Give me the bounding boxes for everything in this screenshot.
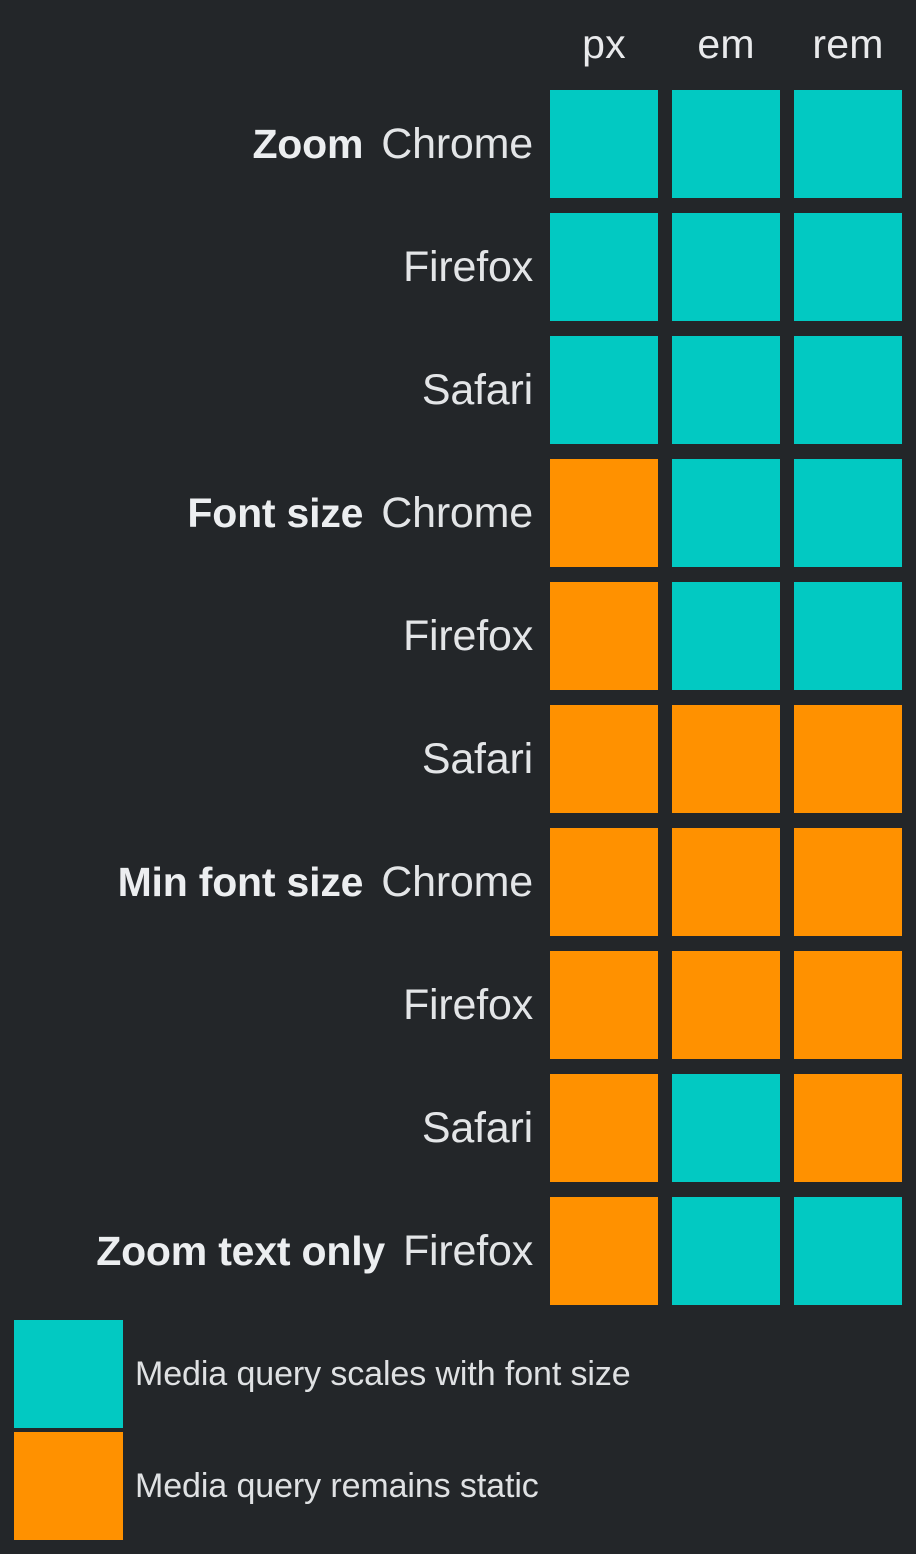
row-browser-label: Safari	[421, 734, 533, 783]
row-label-group: Zoom Chrome	[252, 90, 533, 198]
legend-label: Media query scales with font size	[135, 1355, 631, 1393]
row-label-group: Zoom text only Firefox	[96, 1197, 533, 1305]
row-browser-label: Chrome	[381, 488, 533, 537]
matrix-cell	[794, 705, 902, 813]
matrix-cell	[794, 213, 902, 321]
column-header-row: px em rem	[550, 0, 902, 88]
matrix-cell	[550, 213, 658, 321]
matrix-row: Min font size Chrome	[0, 828, 916, 936]
row-label-group: Min font size Chrome	[117, 828, 534, 936]
matrix-cell	[794, 951, 902, 1059]
row-label-group: Safari	[422, 336, 533, 444]
matrix-row-cells	[550, 336, 902, 444]
matrix-row: Font size Chrome	[0, 459, 916, 567]
matrix-row: Firefox	[0, 582, 916, 690]
matrix-row: Firefox	[0, 951, 916, 1059]
matrix-cell	[794, 459, 902, 567]
matrix-row: Zoom Chrome	[0, 90, 916, 198]
matrix-cell	[550, 90, 658, 198]
matrix-cell	[672, 828, 780, 936]
row-label-group: Firefox	[403, 213, 533, 321]
matrix-cell	[794, 336, 902, 444]
column-header: px	[582, 20, 626, 67]
row-group-label: Min font size	[117, 858, 364, 905]
row-group-label: Zoom	[252, 120, 364, 167]
matrix-row-cells	[550, 1197, 902, 1305]
matrix-row-cells	[550, 705, 902, 813]
matrix-cell	[550, 459, 658, 567]
legend-swatch	[14, 1432, 123, 1540]
matrix-cell	[672, 951, 780, 1059]
column-header: em	[697, 20, 755, 67]
matrix-row-cells	[550, 90, 902, 198]
row-browser-label: Safari	[421, 365, 533, 414]
matrix-cell	[672, 336, 780, 444]
matrix-cell	[550, 1074, 658, 1182]
row-browser-label: Firefox	[402, 611, 533, 660]
matrix-row: Firefox	[0, 213, 916, 321]
matrix-cell	[672, 459, 780, 567]
matrix-row-cells	[550, 828, 902, 936]
column-header: rem	[812, 20, 884, 67]
matrix-row: Safari	[0, 705, 916, 813]
row-browser-label: Safari	[421, 1103, 533, 1152]
row-label-group: Firefox	[403, 582, 533, 690]
row-label-group: Safari	[422, 705, 533, 813]
matrix-row-cells	[550, 1074, 902, 1182]
matrix-cell	[672, 1197, 780, 1305]
legend-item: Media query remains static	[0, 1430, 916, 1542]
matrix-row: Safari	[0, 336, 916, 444]
legend: Media query scales with font size Media q…	[0, 1318, 916, 1542]
support-matrix: px em rem Zoom Chrome Firefox Safari Font size…	[0, 0, 916, 1310]
matrix-cell	[550, 582, 658, 690]
matrix-cell	[550, 1197, 658, 1305]
matrix-cell	[672, 1074, 780, 1182]
matrix-cell	[794, 1074, 902, 1182]
matrix-cell	[550, 705, 658, 813]
row-browser-label: Chrome	[381, 119, 533, 168]
matrix-cell	[550, 828, 658, 936]
row-group-label: Font size	[187, 489, 364, 536]
row-browser-label: Firefox	[402, 242, 533, 291]
row-label-group: Font size Chrome	[187, 459, 533, 567]
matrix-cell	[794, 828, 902, 936]
matrix-cell	[672, 213, 780, 321]
legend-item: Media query scales with font size	[0, 1318, 916, 1430]
matrix-cell	[550, 951, 658, 1059]
legend-label: Media query remains static	[135, 1467, 539, 1505]
row-browser-label: Chrome	[381, 857, 533, 906]
row-label-group: Safari	[422, 1074, 533, 1182]
row-browser-label: Firefox	[402, 1226, 533, 1275]
matrix-cell	[672, 705, 780, 813]
matrix-cell	[794, 90, 902, 198]
matrix-row: Safari	[0, 1074, 916, 1182]
row-browser-label: Firefox	[402, 980, 533, 1029]
matrix-row: Zoom text only Firefox	[0, 1197, 916, 1305]
legend-swatch	[14, 1320, 123, 1428]
row-label-group: Firefox	[403, 951, 533, 1059]
matrix-row-cells	[550, 951, 902, 1059]
matrix-cell	[794, 582, 902, 690]
matrix-cell	[672, 582, 780, 690]
matrix-row-cells	[550, 582, 902, 690]
row-group-label: Zoom text only	[96, 1227, 385, 1274]
matrix-row-cells	[550, 213, 902, 321]
matrix-row-cells	[550, 459, 902, 567]
matrix-cell	[794, 1197, 902, 1305]
matrix-cell	[550, 336, 658, 444]
matrix-cell	[672, 90, 780, 198]
